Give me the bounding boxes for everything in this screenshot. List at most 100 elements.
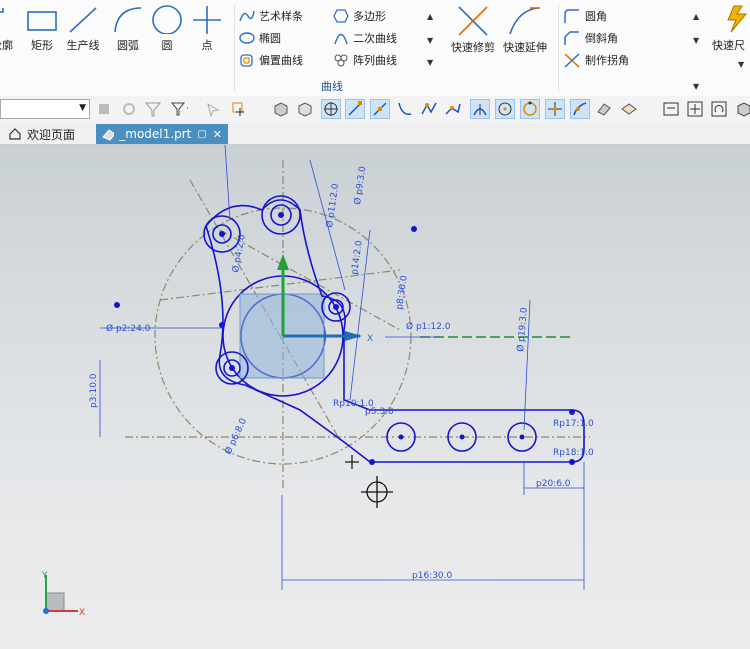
- center-point: [369, 459, 375, 465]
- refresh-view-icon[interactable]: [710, 100, 728, 118]
- rapid-dimension-label: 快速尺: [712, 39, 745, 52]
- offset-curve-button[interactable]: 偏置曲线: [239, 50, 303, 70]
- studio-spline-button[interactable]: 艺术样条: [239, 6, 303, 26]
- type-filter-combo[interactable]: ▼: [0, 99, 90, 119]
- tab-welcome-label: 欢迎页面: [27, 127, 76, 142]
- dim-p17[interactable]: Rp17:1.0: [553, 419, 594, 429]
- select-gray-icon[interactable]: [204, 100, 222, 118]
- ellipse-button[interactable]: 椭圆: [239, 28, 281, 48]
- circle-icon: [152, 5, 182, 34]
- center-point: [278, 212, 284, 218]
- view-settings-icon[interactable]: [662, 100, 680, 118]
- dim-p5[interactable]: p5:3.0: [365, 407, 394, 417]
- filter-dropdown-icon[interactable]: ▼: [170, 100, 188, 118]
- corner-more-arrow-2[interactable]: ▼: [693, 36, 699, 45]
- cube-icon[interactable]: [272, 100, 290, 118]
- dim-p3[interactable]: p3:10.0: [89, 373, 99, 408]
- fillet-button[interactable]: 圆角: [563, 6, 607, 26]
- render-style-icon[interactable]: [735, 100, 750, 118]
- snap-endpoint-icon[interactable]: [345, 99, 365, 119]
- offset-curve-label: 偏置曲线: [259, 54, 303, 67]
- x-axis-head: [345, 331, 362, 341]
- snap-point-on-curve-icon[interactable]: [570, 99, 590, 119]
- center-point: [459, 434, 465, 440]
- snap-intersection-icon[interactable]: [444, 100, 462, 118]
- dim-p16[interactable]: p16:30.0: [412, 571, 453, 581]
- graphics-viewport[interactable]: X Ø p2:24.0 Ø p1:12.0 p3:10.0 Ø p11:2.0 …: [0, 145, 750, 649]
- ribbon: 轮廓 矩形 生产线 圆弧 圆 点 艺术样条 椭圆 偏置曲线: [0, 0, 750, 97]
- snap-bounded-icon[interactable]: [620, 100, 638, 118]
- dimension-lines: [99, 145, 585, 590]
- corner-group: 圆角 倒斜角 制作拐角 ▲ ▼ ▼: [558, 4, 705, 92]
- corner-more-arrow-3[interactable]: ▼: [693, 82, 699, 91]
- dim-p14[interactable]: p14:2.0: [350, 240, 365, 276]
- close-icon[interactable]: ✕: [213, 128, 222, 141]
- pattern-curve-button[interactable]: 阵列曲线: [333, 50, 397, 70]
- dim-p18[interactable]: Rp18:1.0: [553, 448, 594, 458]
- center-point: [229, 365, 235, 371]
- dim-p11[interactable]: Ø p11:2.0: [324, 183, 341, 229]
- snap-curve-icon[interactable]: [396, 100, 414, 118]
- point-button[interactable]: 点: [183, 2, 231, 64]
- curve-more-arrow[interactable]: ▲: [427, 12, 433, 21]
- quick-extend-button[interactable]: 快速延伸: [500, 2, 550, 64]
- dim-p20[interactable]: p20:6.0: [536, 479, 571, 489]
- snap-circle-center-icon[interactable]: [495, 99, 515, 119]
- snap-midpoint-icon[interactable]: [370, 99, 390, 119]
- make-corner-label: 制作拐角: [585, 54, 629, 67]
- svg-text:▼: ▼: [187, 106, 188, 114]
- snap-control-icon[interactable]: [420, 100, 438, 118]
- center-point: [569, 459, 575, 465]
- fit-view-icon[interactable]: [686, 100, 704, 118]
- make-corner-button[interactable]: 制作拐角: [563, 50, 629, 70]
- selection-toolbar: ▼ ▼ ▼: [0, 96, 750, 123]
- conic-label: 二次曲线: [353, 32, 397, 45]
- dim-p6[interactable]: Ø p6:8.0: [223, 416, 249, 456]
- offset-curve-icon: [240, 54, 253, 67]
- snap-gray-icon[interactable]: [120, 100, 138, 118]
- curve-group-label: 曲线: [321, 80, 343, 93]
- snap-quadrant-icon[interactable]: [520, 99, 540, 119]
- curve-more-arrow-3[interactable]: ▼: [427, 58, 433, 67]
- dim-p1[interactable]: Ø p1:12.0: [406, 321, 451, 332]
- fillet-label: 圆角: [585, 10, 607, 23]
- studio-spline-label: 艺术样条: [259, 10, 303, 23]
- svg-text:X: X: [367, 334, 373, 344]
- rapid-dimension-button[interactable]: 快速尺: [712, 2, 750, 64]
- document-tabs: 欢迎页面 _model1.prt ▢ ✕: [0, 122, 750, 145]
- filter-gray-icon[interactable]: [144, 100, 162, 118]
- tab-model[interactable]: _model1.prt ▢ ✕: [96, 124, 228, 144]
- point-icon: [193, 6, 221, 34]
- point-label: 点: [201, 39, 213, 52]
- line-label: 生产线: [66, 39, 100, 52]
- curve-more-arrow-2[interactable]: ▼: [427, 36, 433, 45]
- ellipse-icon: [239, 32, 255, 44]
- pin-icon[interactable]: ▢: [197, 129, 206, 140]
- snap-center-icon[interactable]: [321, 99, 341, 119]
- part-file-icon: [102, 129, 115, 141]
- dim-p9[interactable]: Ø p9:3.0: [352, 165, 368, 205]
- dim-p2[interactable]: Ø p2:24.0: [106, 323, 151, 334]
- snap-face-icon[interactable]: [595, 100, 613, 118]
- snap-point-dropdown-icon[interactable]: ▼: [230, 100, 248, 118]
- sketch-canvas[interactable]: X Ø p2:24.0 Ø p1:12.0 p3:10.0 Ø p11:2.0 …: [0, 145, 750, 649]
- chevron-down-icon[interactable]: ▼: [79, 103, 86, 113]
- corner-more-arrow[interactable]: ▲: [693, 12, 699, 21]
- cube-gray-icon[interactable]: [96, 100, 114, 118]
- snap-existing-point-icon[interactable]: [545, 99, 565, 119]
- line-button[interactable]: 生产线: [59, 2, 107, 64]
- arc-icon: [114, 7, 142, 33]
- polygon-button[interactable]: 多边形: [333, 6, 386, 26]
- chamfer-button[interactable]: 倒斜角: [563, 28, 618, 48]
- tab-welcome[interactable]: 欢迎页面: [2, 124, 81, 144]
- quick-trim-button[interactable]: 快速修剪: [448, 2, 498, 64]
- rapid-dimension-arrow[interactable]: ▼: [738, 60, 744, 69]
- quick-extend-icon: [509, 7, 540, 35]
- center-point: [333, 304, 339, 310]
- view-triad: Y X: [41, 571, 85, 618]
- cube-edge-icon[interactable]: [296, 100, 314, 118]
- conic-button[interactable]: 二次曲线: [333, 28, 397, 48]
- snap-arc-center-icon[interactable]: [470, 99, 490, 119]
- quick-trim-label: 快速修剪: [451, 41, 495, 54]
- conic-icon: [334, 33, 348, 45]
